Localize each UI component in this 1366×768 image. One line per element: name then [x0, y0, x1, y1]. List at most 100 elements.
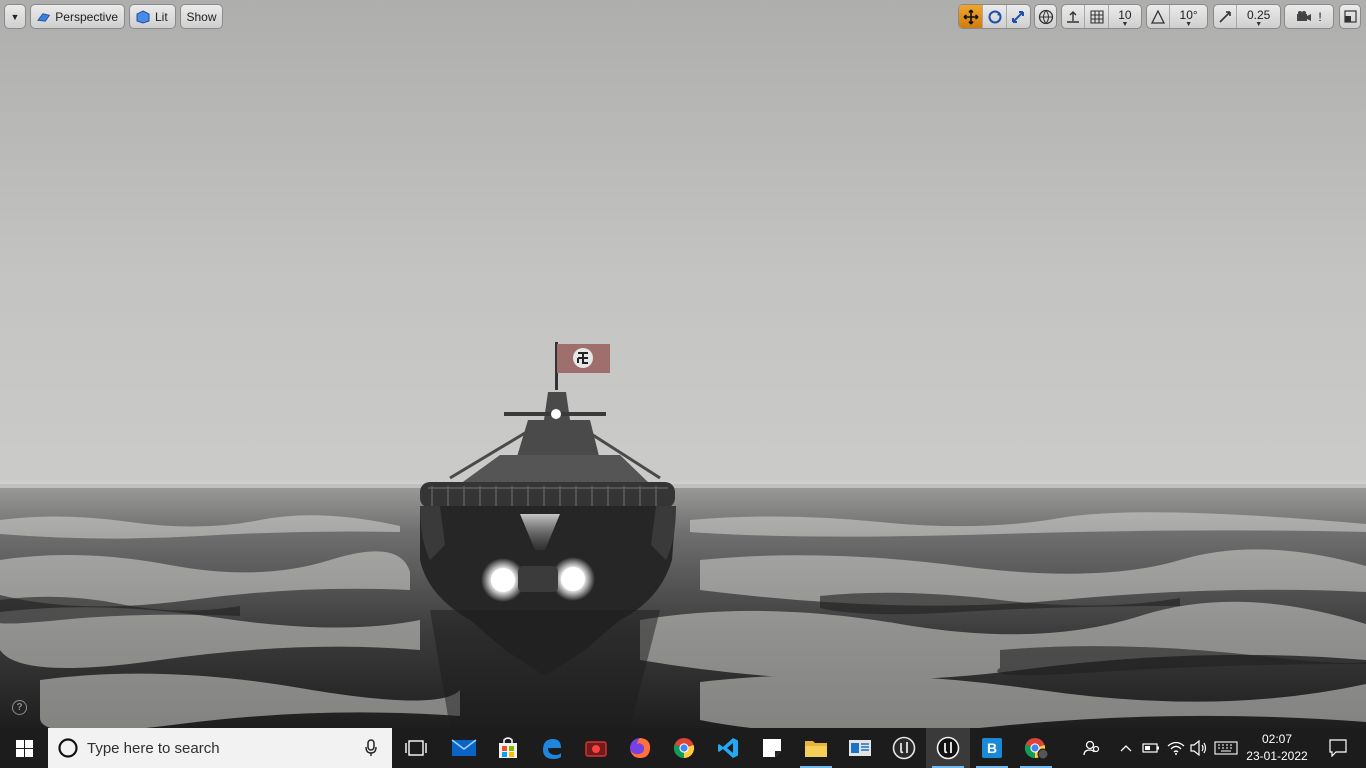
battery-icon: [1142, 743, 1159, 753]
chrome-profile-icon: [1024, 738, 1049, 760]
notification-icon: [1329, 739, 1347, 757]
view-mode-button[interactable]: Lit: [129, 4, 176, 29]
taskbar-file-explorer[interactable]: [794, 728, 838, 768]
transform-tools: [958, 4, 1031, 29]
svg-text:B: B: [987, 740, 997, 756]
angle-icon: [1151, 9, 1166, 24]
task-view-button[interactable]: [396, 728, 436, 768]
grid-snap-group: 10 ▼: [1061, 4, 1142, 29]
maximize-viewport-button[interactable]: [1339, 4, 1361, 29]
maximize-icon: [1343, 10, 1357, 23]
taskbar-epic-launcher[interactable]: [882, 728, 926, 768]
chrome-icon: [673, 738, 695, 759]
action-center-button[interactable]: [1318, 728, 1358, 768]
taskbar-search-box[interactable]: Type here to search: [48, 728, 392, 768]
scale-snap-value[interactable]: 0.25 ▼: [1237, 5, 1280, 28]
unreal-engine-icon: [892, 736, 916, 760]
rotation-snap-label: 10°: [1179, 8, 1198, 22]
taskbar-unreal-editor[interactable]: [926, 728, 970, 768]
chevron-down-icon: ▼: [1255, 21, 1263, 28]
blender-b-icon: B: [982, 738, 1002, 758]
taskbar-firefox[interactable]: [618, 728, 662, 768]
chevron-down-icon: ▼: [1121, 21, 1129, 28]
perspective-icon: [37, 12, 51, 22]
perspective-button[interactable]: Perspective: [30, 4, 125, 29]
firefox-icon: [630, 738, 651, 758]
network-button[interactable]: [1165, 728, 1187, 768]
sky: [0, 0, 1366, 488]
lit-label: Lit: [155, 9, 168, 24]
rotation-snap-toggle[interactable]: [1147, 5, 1171, 28]
keyboard-button[interactable]: [1212, 728, 1240, 768]
volume-button[interactable]: [1188, 728, 1210, 768]
taskbar-clock[interactable]: 02:07 23-01-2022: [1240, 731, 1314, 765]
scale-icon: [1012, 10, 1025, 23]
rotate-icon: [988, 10, 1001, 23]
rotate-tool[interactable]: [983, 5, 1007, 28]
rotation-snap-group: 10° ▼: [1146, 4, 1208, 29]
file-explorer-icon: [805, 741, 827, 757]
translate-tool[interactable]: [959, 5, 984, 28]
taskbar-vscode[interactable]: [706, 728, 750, 768]
editor-viewport[interactable]: ▼ Perspective Lit Show 10 ▼ 10° ▼ 0.25 ▼…: [0, 0, 1366, 728]
edge-icon: [543, 739, 561, 759]
lit-sphere-icon: [136, 9, 150, 24]
unreal-editor-icon: [936, 736, 960, 760]
windows-logo-icon: [15, 739, 33, 757]
camera-icon: [1297, 10, 1312, 21]
task-view-icon: [405, 740, 427, 756]
chevron-up-icon: [1120, 745, 1132, 752]
help-icon[interactable]: ?: [12, 700, 27, 715]
taskbar-recorder[interactable]: [574, 728, 618, 768]
battery-button[interactable]: [1140, 728, 1162, 768]
show-label: Show: [186, 9, 217, 24]
scale-snap-toggle[interactable]: [1214, 5, 1238, 28]
camera-speed-label: !: [1318, 9, 1322, 24]
news-icon: [849, 740, 871, 756]
microphone-icon[interactable]: [365, 739, 377, 757]
scale-tool[interactable]: [1007, 5, 1030, 28]
globe-icon: [1038, 9, 1053, 24]
taskbar-mail[interactable]: [442, 728, 486, 768]
show-button[interactable]: Show: [180, 4, 223, 29]
camera-speed-button[interactable]: !: [1284, 4, 1334, 29]
taskbar-edge[interactable]: [530, 728, 574, 768]
vscode-icon: [718, 738, 738, 758]
surface-snap-icon: [1067, 10, 1080, 23]
scale-snap-label: 0.25: [1246, 8, 1271, 22]
cortana-icon: [58, 738, 78, 758]
mail-icon: [451, 739, 477, 756]
store-icon: [499, 737, 517, 758]
chevron-down-icon: ▼: [1185, 21, 1193, 28]
taskbar-news[interactable]: [838, 728, 882, 768]
chevron-down-icon: ▼: [10, 11, 20, 22]
people-button[interactable]: [1078, 728, 1106, 768]
keyboard-icon: [1214, 741, 1238, 755]
clock-date: 23-01-2022: [1246, 749, 1308, 763]
taskbar-chrome[interactable]: [662, 728, 706, 768]
taskbar-chrome-profile[interactable]: [1014, 728, 1058, 768]
scale-snap-group: 0.25 ▼: [1213, 4, 1281, 29]
recorder-icon: [585, 741, 607, 757]
taskbar-b-app[interactable]: B: [970, 728, 1014, 768]
windows-taskbar: Type here to search B 02:07 23-01-2022: [0, 728, 1366, 768]
rotation-snap-value[interactable]: 10° ▼: [1170, 5, 1207, 28]
grid-snap-value[interactable]: 10 ▼: [1109, 5, 1141, 28]
start-button[interactable]: [0, 728, 48, 768]
search-placeholder: Type here to search: [87, 739, 220, 757]
clock-time: 02:07: [1261, 732, 1293, 746]
grid-snap-toggle[interactable]: [1085, 5, 1109, 28]
taskbar-sticky-notes[interactable]: [750, 728, 794, 768]
coordinate-system-button[interactable]: [1034, 4, 1057, 29]
scale-snap-icon: [1219, 10, 1231, 23]
speaker-icon: [1190, 740, 1207, 756]
grid-icon: [1090, 9, 1104, 24]
wifi-icon: [1167, 741, 1185, 755]
viewport-options-button[interactable]: ▼: [4, 4, 26, 29]
taskbar-store[interactable]: [486, 728, 530, 768]
show-hidden-icons-button[interactable]: [1116, 728, 1136, 768]
people-icon: [1083, 740, 1100, 756]
scene-render[interactable]: [0, 0, 1366, 728]
surface-snapping-toggle[interactable]: [1062, 5, 1086, 28]
grid-snap-label: 10: [1118, 8, 1132, 22]
